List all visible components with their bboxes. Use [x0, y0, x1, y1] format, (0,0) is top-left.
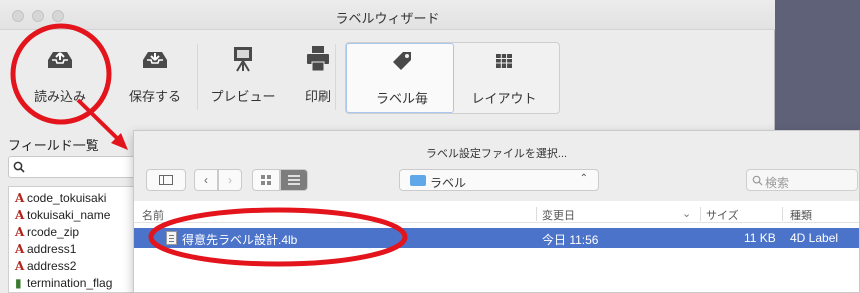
tray-upload-icon [48, 52, 72, 68]
chevron-right-icon: › [228, 173, 232, 187]
forward-button[interactable]: › [218, 169, 242, 191]
list-lines-icon [288, 175, 300, 185]
layout-button[interactable]: レイアウト [469, 46, 539, 116]
search-icon [13, 161, 25, 173]
open-file-dialog: ラベル設定ファイルを選択... ‹ › ラベル ⌃ 検索 名前 変更日 ⌄ サイ… [133, 130, 860, 293]
per-label-button[interactable]: ラベル毎 [367, 46, 437, 116]
sidebar-icon [159, 175, 173, 185]
location-label: ラベル [430, 176, 467, 190]
grid-layout-icon [496, 54, 512, 68]
updown-chevron-icon: ⌃ [579, 173, 588, 184]
list-item[interactable]: ▮ termination_flag [15, 276, 112, 293]
text-field-icon: A [15, 208, 25, 222]
text-field-icon: A [15, 259, 25, 273]
file-size: 11 KB [744, 231, 776, 245]
document-icon [166, 231, 177, 245]
dialog-title: ラベル設定ファイルを選択... [425, 148, 568, 160]
preview-button[interactable]: プレビュー [208, 44, 278, 114]
toolbar: 読み込み 保存する プレビュー 印刷 ラベル毎 レイアウト [0, 30, 775, 122]
text-field-icon: A [15, 242, 25, 256]
back-button[interactable]: ‹ [194, 169, 218, 191]
file-kind: 4D Label [790, 231, 839, 245]
dialog-header: ラベル設定ファイルを選択... ‹ › ラベル ⌃ 検索 [134, 131, 859, 201]
save-label: 保存する [128, 89, 181, 104]
layout-label: レイアウト [471, 91, 537, 106]
field-list-title: フィールド一覧 [8, 138, 99, 153]
list-item[interactable]: Arcode_zip [15, 225, 79, 243]
sidebar-toggle-button[interactable] [146, 169, 186, 191]
preview-label: プレビュー [210, 89, 276, 104]
search-placeholder: 検索 [765, 176, 790, 190]
table-row[interactable]: 得意先ラベル設計.4lb 今日 11:56 11 KB 4D Label [134, 228, 859, 248]
print-label: 印刷 [304, 89, 331, 104]
file-name: 得意先ラベル設計.4lb [182, 233, 298, 247]
list-item[interactable]: Acode_tokuisaki [15, 191, 106, 209]
print-button[interactable]: 印刷 [283, 44, 353, 114]
text-field-icon: A [15, 191, 25, 205]
save-button[interactable]: 保存する [120, 44, 190, 114]
file-modified: 今日 11:56 [542, 233, 599, 247]
location-popup[interactable]: ラベル ⌃ [399, 169, 599, 191]
tray-download-icon [143, 52, 167, 68]
column-divider [536, 207, 537, 221]
file-list-header: 名前 変更日 ⌄ サイズ 種類 [134, 205, 859, 223]
icon-grid-icon [261, 175, 271, 185]
list-item[interactable]: Aaddress2 [15, 259, 76, 277]
window-title: ラベルウィザード [335, 11, 440, 26]
toolbar-divider [197, 44, 198, 110]
column-name-header[interactable]: 名前 [142, 207, 164, 223]
load-label: 読み込み [33, 89, 86, 104]
boolean-field-icon: ▮ [15, 276, 22, 290]
preview-easel-icon [234, 47, 252, 72]
view-mode-segmented-control: ラベル毎 レイアウト [345, 42, 560, 114]
per-label-label: ラベル毎 [375, 91, 428, 106]
tag-icon [393, 52, 411, 70]
load-button[interactable]: 読み込み [25, 44, 95, 114]
field-search-input[interactable] [8, 156, 148, 178]
text-field-icon: A [15, 225, 25, 239]
search-icon [752, 175, 763, 186]
toolbar-divider [335, 44, 336, 110]
folder-icon [410, 175, 426, 186]
list-item[interactable]: Aaddress1 [15, 242, 76, 260]
column-size-header[interactable]: サイズ [706, 207, 739, 223]
column-divider [782, 207, 783, 221]
chevron-left-icon: ‹ [204, 173, 208, 187]
dialog-search-input[interactable]: 検索 [746, 169, 858, 191]
column-modified-header[interactable]: 変更日 [542, 207, 575, 223]
column-divider [700, 207, 701, 221]
list-view-button[interactable] [280, 169, 308, 191]
title-bar: ラベルウィザード [0, 0, 775, 30]
printer-icon [307, 46, 329, 72]
sort-chevron-icon: ⌄ [682, 208, 692, 220]
field-list: Acode_tokuisaki Atokuisaki_name Arcode_z… [8, 186, 148, 293]
list-item[interactable]: Atokuisaki_name [15, 208, 110, 226]
column-kind-header[interactable]: 種類 [790, 207, 812, 223]
icon-view-button[interactable] [252, 169, 280, 191]
